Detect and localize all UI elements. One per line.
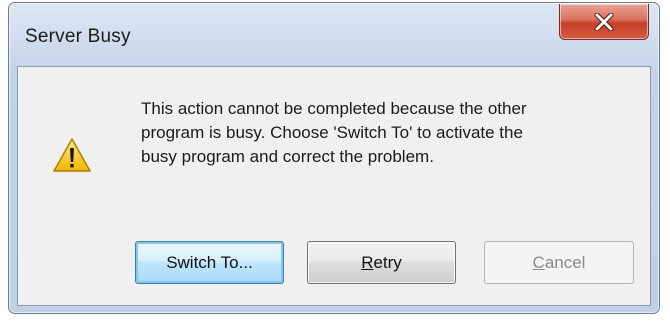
message-line: busy program and correct the problem. [141,147,434,166]
retry-mnemonic: R [361,252,374,272]
window-title: Server Busy [25,26,131,47]
warning-icon [53,138,91,172]
cancel-label: Cancel [533,253,586,273]
retry-label: Retry [361,253,402,273]
message-line: This action cannot be completed because … [141,99,527,118]
server-busy-dialog: Server Busy This action cannot be comple… [8,2,660,314]
close-icon [594,12,614,31]
message-line: program is busy. Choose 'Switch To' to a… [141,123,523,142]
switch-to-label: Switch To... [166,252,253,272]
cancel-button: Cancel [484,241,634,284]
retry-button[interactable]: Retry [307,241,456,284]
retry-label-rest: etry [373,252,402,272]
title-bar[interactable]: Server Busy [9,3,659,65]
dialog-content: This action cannot be completed because … [17,66,651,306]
cancel-mnemonic: C [532,252,545,272]
message-text: This action cannot be completed because … [141,97,631,169]
switch-to-button[interactable]: Switch To... [135,241,284,284]
cancel-label-rest: ancel [544,252,586,272]
close-button[interactable] [559,4,649,40]
